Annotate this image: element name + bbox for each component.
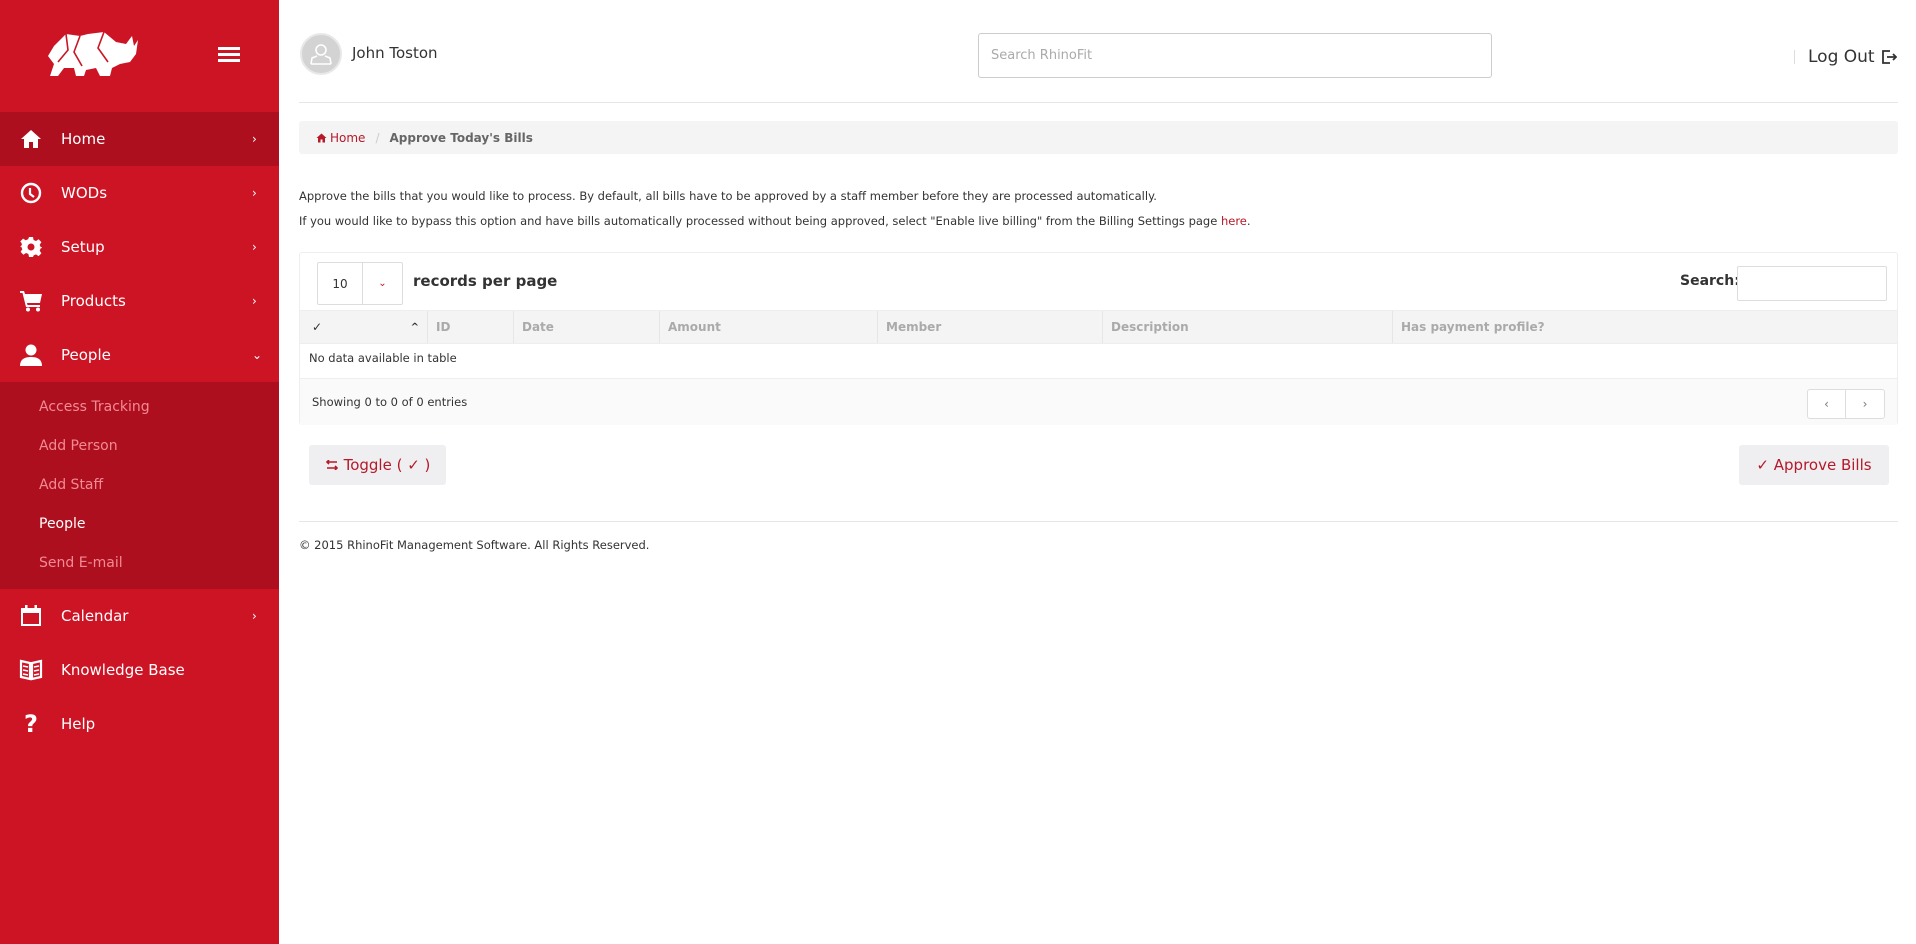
copyright-text: © 2015 RhinoFit Management Software. All…: [299, 538, 650, 552]
avatar[interactable]: [300, 33, 342, 75]
intro-text: Approve the bills that you would like to…: [299, 184, 1251, 234]
table-header: ✓ ^ ID Date Amount Member Description Ha…: [300, 310, 1897, 344]
chevron-down-icon: ⌄: [378, 278, 387, 289]
chevron-right-icon: ›: [252, 294, 257, 308]
sidebar-item-label: Knowledge Base: [61, 661, 185, 679]
sidebar-item-help[interactable]: ? Help: [0, 697, 279, 751]
submenu-item-add-staff[interactable]: Add Staff: [0, 466, 279, 505]
sidebar-item-label: Calendar: [61, 607, 129, 625]
breadcrumb-current: Approve Today's Bills: [389, 130, 533, 145]
swap-icon: [325, 460, 338, 470]
submenu-item-add-person[interactable]: Add Person: [0, 427, 279, 466]
pagination: ‹ ›: [1807, 389, 1885, 419]
approve-bills-button[interactable]: ✓ Approve Bills: [1739, 445, 1889, 485]
sidebar-item-label: Help: [61, 715, 96, 733]
bills-table-panel: 10 ⌄ records per page Search: ✓ ^ ID Dat…: [299, 252, 1898, 425]
home-icon: [316, 133, 327, 142]
global-search-input[interactable]: [978, 33, 1492, 78]
intro-line-2: If you would like to bypass this option …: [299, 209, 1251, 234]
question-icon: ?: [24, 710, 38, 738]
column-header-amount[interactable]: Amount: [660, 311, 878, 343]
sidebar-item-label: Setup: [61, 238, 105, 256]
sidebar-item-setup[interactable]: Setup ›: [0, 220, 279, 274]
chevron-right-icon: ›: [252, 132, 257, 146]
user-name[interactable]: John Toston: [352, 44, 438, 62]
sidebar-item-label: Products: [61, 292, 126, 310]
sidebar-item-calendar[interactable]: Calendar ›: [0, 589, 279, 643]
page-length-select[interactable]: 10 ⌄: [317, 262, 403, 305]
submenu-item-people[interactable]: People: [0, 505, 279, 544]
book-icon: [18, 657, 44, 683]
empty-table-message: No data available in table: [309, 351, 457, 365]
divider: [1794, 50, 1795, 64]
header-divider: [299, 102, 1898, 103]
sort-ascending-icon: ^: [410, 321, 419, 333]
sidebar-item-knowledge-base[interactable]: Knowledge Base: [0, 643, 279, 697]
hamburger-icon[interactable]: [218, 47, 240, 63]
column-header-member[interactable]: Member: [878, 311, 1103, 343]
clock-icon: [18, 180, 44, 206]
gear-icon: [18, 234, 44, 260]
table-info: Showing 0 to 0 of 0 entries: [312, 395, 468, 409]
home-icon: [18, 126, 44, 152]
toggle-selection-button[interactable]: Toggle ( ✓ ): [309, 445, 446, 485]
cart-icon: [18, 288, 44, 314]
sidebar-item-label: Home: [61, 130, 106, 148]
intro-line-2-suffix: .: [1246, 214, 1251, 228]
user-icon: [310, 44, 332, 65]
sidebar-item-label: WODs: [61, 184, 108, 202]
column-header-id[interactable]: ID: [428, 311, 514, 343]
footer-divider: [299, 521, 1898, 522]
sidebar-item-wods[interactable]: WODs ›: [0, 166, 279, 220]
people-submenu: Access Tracking Add Person Add Staff Peo…: [0, 382, 279, 589]
table-search-input[interactable]: [1737, 266, 1887, 301]
sidebar-item-people[interactable]: People ⌄: [0, 328, 279, 382]
submenu-item-access-tracking[interactable]: Access Tracking: [0, 388, 279, 427]
intro-line-1: Approve the bills that you would like to…: [299, 189, 1157, 203]
page-length-value: 10: [318, 263, 363, 304]
column-header-payment-profile[interactable]: Has payment profile?: [1393, 311, 1897, 343]
submenu-item-send-email[interactable]: Send E-mail: [0, 544, 279, 583]
toggle-label: Toggle ( ✓ ): [343, 456, 431, 474]
next-page-button[interactable]: ›: [1846, 390, 1884, 418]
records-per-page-label: records per page: [413, 272, 558, 290]
column-header-select[interactable]: ✓ ^: [300, 311, 428, 343]
chevron-right-icon: ›: [252, 186, 257, 200]
column-header-description[interactable]: Description: [1103, 311, 1393, 343]
brand-bar: [0, 0, 279, 112]
sidebar-item-products[interactable]: Products ›: [0, 274, 279, 328]
table-search-label: Search:: [1680, 273, 1740, 289]
checkmark-icon: ✓: [312, 320, 323, 334]
chevron-right-icon: ›: [252, 609, 257, 623]
sidebar-item-home[interactable]: Home ›: [0, 112, 279, 166]
person-icon: [18, 342, 44, 368]
breadcrumb-home-link[interactable]: Home: [316, 131, 365, 145]
table-footer: Showing 0 to 0 of 0 entries ‹ ›: [300, 378, 1897, 425]
logout-icon: [1881, 50, 1897, 64]
previous-page-button[interactable]: ‹: [1808, 390, 1846, 418]
sidebar-item-label: People: [61, 346, 111, 364]
logout-label: Log Out: [1808, 47, 1875, 67]
chevron-right-icon: ›: [252, 240, 257, 254]
rhino-logo-icon[interactable]: [46, 30, 142, 80]
sidebar: Home › WODs › Setup › Products › People …: [0, 0, 279, 944]
breadcrumb-separator: /: [375, 130, 380, 145]
chevron-down-icon: ⌄: [252, 348, 263, 362]
logout-button[interactable]: Log Out: [1808, 47, 1897, 67]
calendar-icon: [18, 603, 44, 629]
breadcrumb: Home / Approve Today's Bills: [299, 121, 1898, 154]
column-header-date[interactable]: Date: [514, 311, 660, 343]
breadcrumb-home-label: Home: [330, 130, 366, 145]
billing-settings-link[interactable]: here: [1221, 214, 1247, 228]
intro-line-2-text: If you would like to bypass this option …: [299, 214, 1221, 228]
